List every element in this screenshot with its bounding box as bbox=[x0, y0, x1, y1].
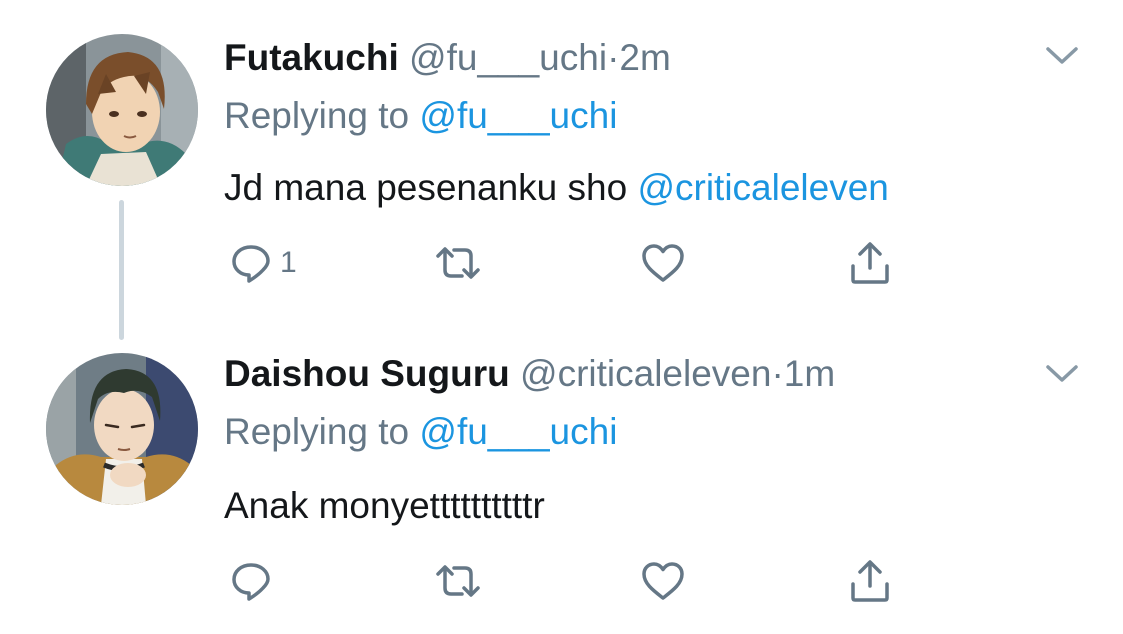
reply-button[interactable]: 1 bbox=[230, 238, 297, 288]
reply-icon bbox=[232, 245, 270, 283]
retweet-icon bbox=[436, 565, 480, 597]
chevron-down-icon[interactable] bbox=[1044, 44, 1080, 68]
share-icon bbox=[851, 242, 889, 284]
tweet-text: Jd mana pesenanku sho @criticaleleven bbox=[224, 166, 889, 210]
retweet-icon bbox=[436, 247, 480, 279]
share-icon bbox=[851, 560, 889, 602]
user-handle[interactable]: @criticaleleven bbox=[520, 353, 771, 394]
replying-to-mention[interactable]: @fu___uchi bbox=[419, 411, 617, 452]
replying-to-mention[interactable]: @fu___uchi bbox=[419, 95, 617, 136]
replying-to: Replying to @fu___uchi bbox=[224, 410, 617, 454]
tweet-text-mention[interactable]: @criticaleleven bbox=[637, 167, 888, 208]
tweet-actions: 1 bbox=[224, 238, 924, 288]
tweet-header: Futakuchi @fu___uchi·2m bbox=[224, 36, 671, 80]
tweet-text-body: Anak monyettttttttttr bbox=[224, 485, 545, 526]
like-button[interactable] bbox=[640, 238, 686, 288]
replying-to-label: Replying to bbox=[224, 95, 410, 136]
separator-dot: · bbox=[607, 37, 620, 78]
share-button[interactable] bbox=[848, 556, 892, 606]
replying-to-label: Replying to bbox=[224, 411, 410, 452]
tweet-text: Anak monyettttttttttr bbox=[224, 484, 545, 528]
separator-dot: · bbox=[771, 353, 784, 394]
display-name[interactable]: Futakuchi bbox=[224, 37, 399, 78]
replying-to: Replying to @fu___uchi bbox=[224, 94, 617, 138]
avatar[interactable] bbox=[46, 353, 198, 505]
retweet-button[interactable] bbox=[434, 238, 482, 288]
reply-button[interactable] bbox=[230, 556, 280, 606]
tweet[interactable]: Daishou Suguru @criticaleleven·1m Replyi… bbox=[0, 320, 1123, 634]
tweet-actions bbox=[224, 556, 924, 606]
like-button[interactable] bbox=[640, 556, 686, 606]
tweet-header: Daishou Suguru @criticaleleven·1m bbox=[224, 352, 835, 396]
display-name[interactable]: Daishou Suguru bbox=[224, 353, 510, 394]
chevron-down-icon[interactable] bbox=[1044, 362, 1080, 386]
reply-icon bbox=[232, 563, 270, 601]
tweet[interactable]: Futakuchi @fu___uchi·2m Replying to @fu_… bbox=[0, 0, 1123, 340]
avatar-dark-hair-character-icon bbox=[46, 353, 198, 505]
avatar-brown-hair-character-icon bbox=[46, 34, 198, 186]
user-handle[interactable]: @fu___uchi bbox=[409, 37, 607, 78]
retweet-button[interactable] bbox=[434, 556, 482, 606]
avatar[interactable] bbox=[46, 34, 198, 186]
reply-count: 1 bbox=[280, 246, 297, 279]
tweet-text-body: Jd mana pesenanku sho bbox=[224, 167, 638, 208]
thread-line bbox=[119, 200, 124, 340]
share-button[interactable] bbox=[848, 238, 892, 288]
like-icon bbox=[642, 244, 684, 282]
like-icon bbox=[642, 562, 684, 600]
timestamp[interactable]: 1m bbox=[784, 353, 835, 394]
timestamp[interactable]: 2m bbox=[619, 37, 670, 78]
